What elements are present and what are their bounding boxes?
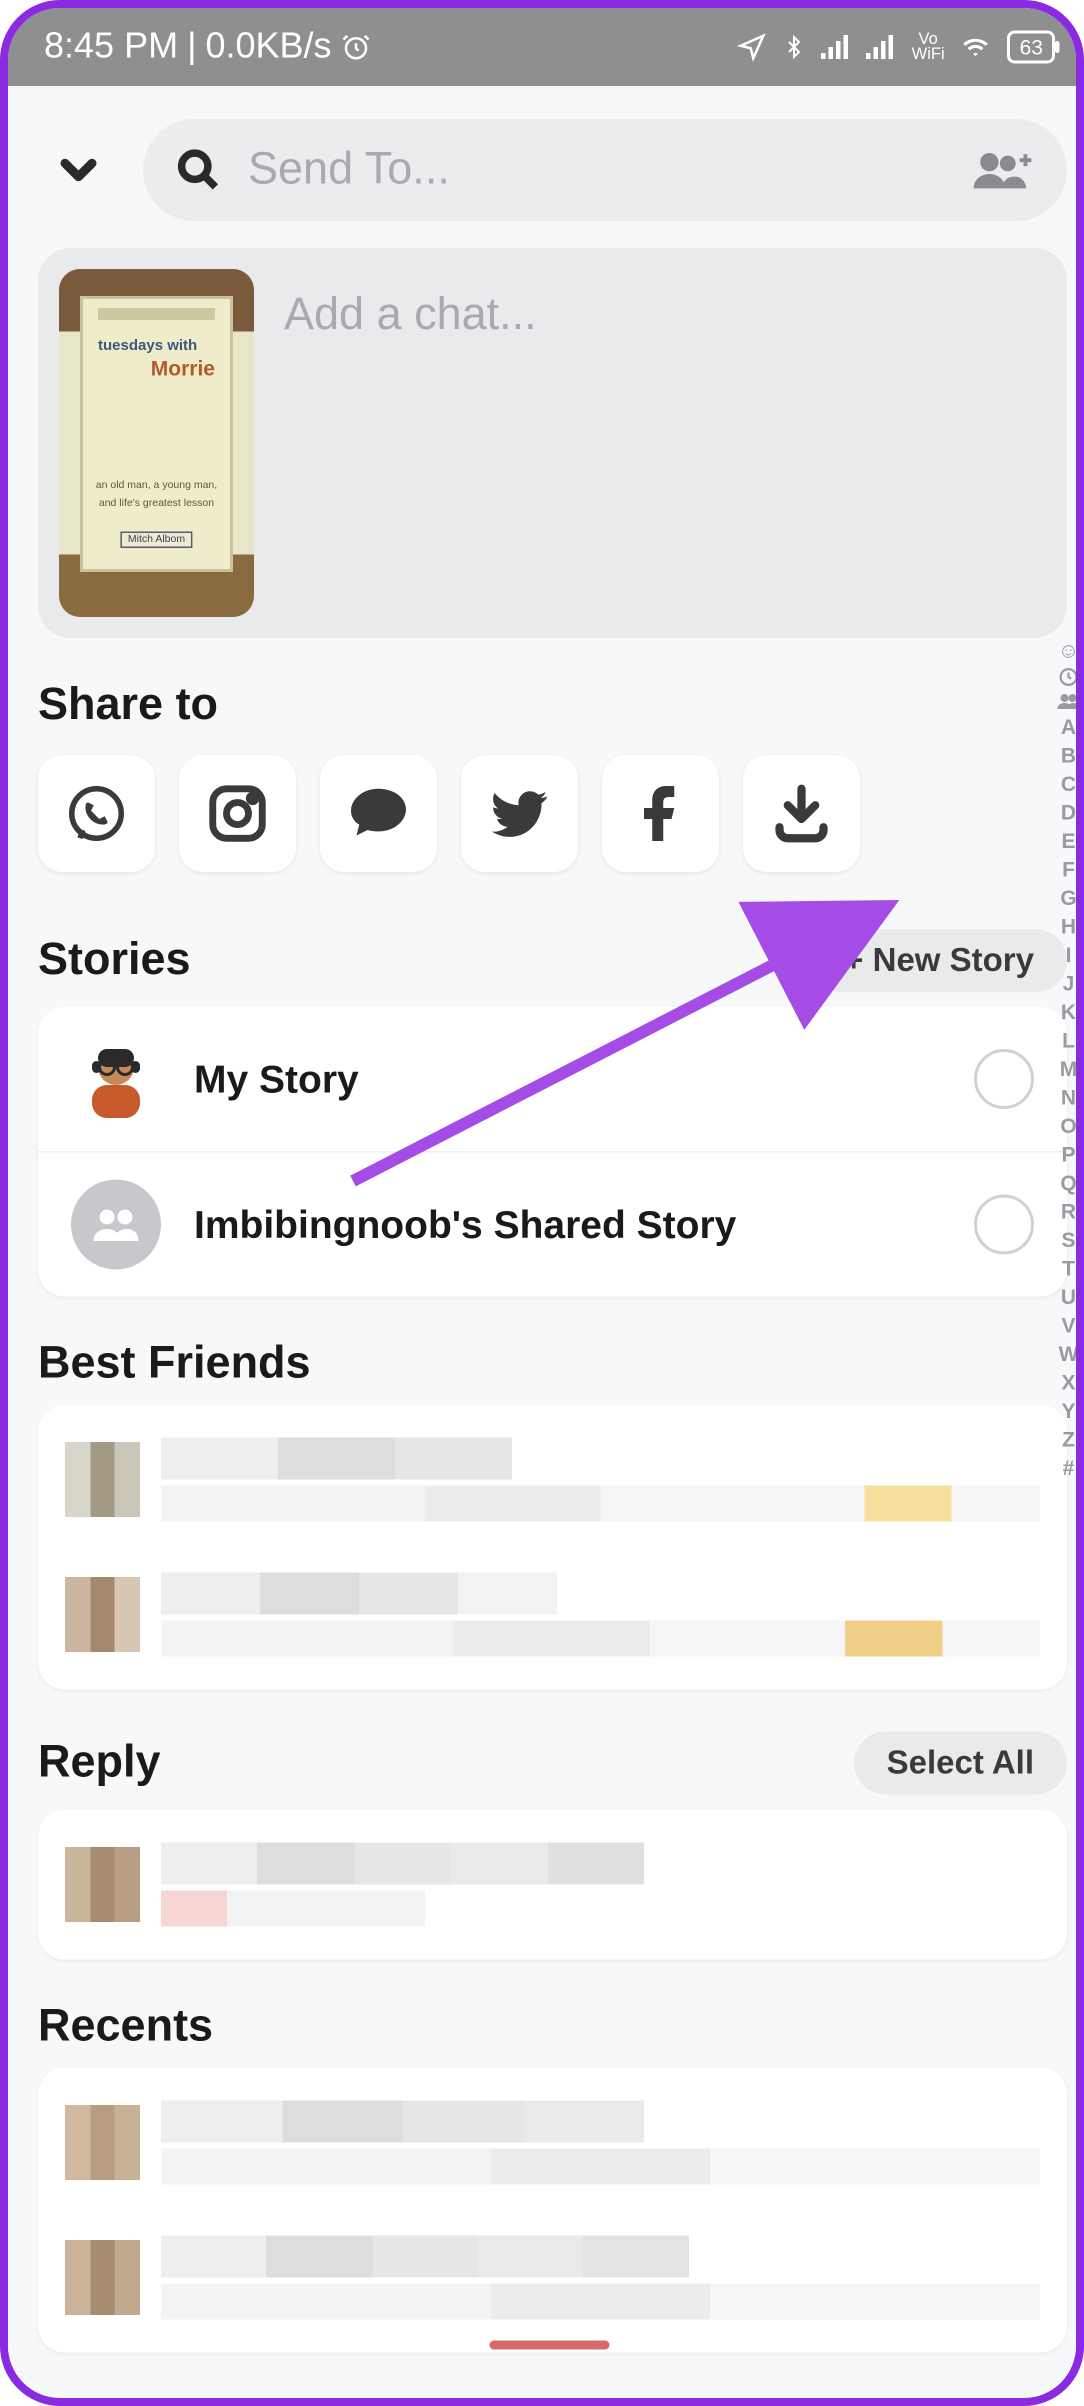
- story-row-my-story[interactable]: My Story: [38, 1007, 1067, 1153]
- book-sub-2: and life's greatest lesson: [95, 499, 218, 510]
- index-letter[interactable]: D: [1061, 800, 1076, 824]
- search-input[interactable]: Send To...: [143, 119, 1067, 221]
- index-letter[interactable]: K: [1061, 1000, 1076, 1024]
- story-label-shared: Imbibingnoob's Shared Story: [194, 1201, 736, 1248]
- share-whatsapp[interactable]: [38, 755, 155, 872]
- share-facebook[interactable]: [602, 755, 719, 872]
- wifi-icon: [960, 34, 993, 61]
- list-item[interactable]: [65, 1831, 1040, 1939]
- location-icon: [738, 32, 768, 62]
- best-friends-card: [38, 1405, 1067, 1690]
- battery-icon: 63: [1008, 31, 1055, 64]
- index-letter[interactable]: E: [1061, 829, 1075, 853]
- recents-card: [38, 2068, 1067, 2353]
- index-letter[interactable]: Z: [1062, 1427, 1075, 1451]
- index-letter[interactable]: M: [1060, 1057, 1078, 1081]
- index-letter[interactable]: S: [1061, 1228, 1075, 1252]
- index-letter[interactable]: V: [1061, 1313, 1075, 1337]
- list-item[interactable]: [65, 1426, 1040, 1534]
- story-row-shared[interactable]: Imbibingnoob's Shared Story: [38, 1153, 1067, 1297]
- reply-card: [38, 1810, 1067, 1960]
- select-all-button[interactable]: Select All: [854, 1732, 1067, 1795]
- add-chat-card[interactable]: tuesdays with Morrie an old man, a young…: [38, 248, 1067, 638]
- book-title-1: tuesdays with: [98, 338, 197, 355]
- index-letter[interactable]: J: [1063, 971, 1075, 995]
- index-letter[interactable]: W: [1059, 1342, 1079, 1366]
- index-letter[interactable]: I: [1066, 943, 1072, 967]
- book-sub-1: an old man, a young man,: [95, 481, 218, 492]
- book-author: Mitch Albom: [120, 532, 192, 549]
- index-letter[interactable]: R: [1061, 1199, 1076, 1223]
- share-download[interactable]: [743, 755, 860, 872]
- signal-icon-2: [867, 35, 897, 59]
- index-letter[interactable]: N: [1061, 1085, 1076, 1109]
- index-letter[interactable]: Q: [1060, 1171, 1076, 1195]
- index-letter[interactable]: X: [1061, 1370, 1075, 1394]
- reply-title: Reply: [38, 1738, 161, 1789]
- share-messages[interactable]: [320, 755, 437, 872]
- bluetooth-icon: [783, 32, 807, 62]
- index-letter[interactable]: Y: [1061, 1399, 1075, 1423]
- story-label-my: My Story: [194, 1056, 359, 1103]
- index-letter[interactable]: F: [1062, 857, 1075, 881]
- stories-title: Stories: [38, 935, 191, 986]
- add-chat-placeholder: Add a chat...: [284, 269, 537, 617]
- index-letter[interactable]: L: [1062, 1028, 1075, 1052]
- index-letter[interactable]: B: [1061, 743, 1076, 767]
- share-row: [38, 746, 1067, 887]
- avatar-my-story: [71, 1034, 161, 1124]
- snap-thumbnail[interactable]: tuesdays with Morrie an old man, a young…: [59, 269, 254, 617]
- list-item[interactable]: [65, 2224, 1040, 2332]
- add-group-icon[interactable]: [971, 148, 1034, 193]
- signal-icon-1: [822, 35, 852, 59]
- story-radio-shared[interactable]: [974, 1195, 1034, 1255]
- index-letter[interactable]: O: [1060, 1114, 1076, 1138]
- status-bar: 8:45 PM | 0.0KB/s VoWiFi: [8, 8, 1084, 86]
- avatar-shared-story: [71, 1180, 161, 1270]
- index-letter[interactable]: T: [1062, 1256, 1075, 1280]
- status-sep: |: [187, 26, 196, 68]
- best-friends-title: Best Friends: [38, 1339, 311, 1390]
- story-radio-my[interactable]: [974, 1049, 1034, 1109]
- index-letter[interactable]: G: [1060, 886, 1076, 910]
- index-emoji-icon[interactable]: ☺: [1058, 638, 1079, 662]
- search-placeholder: Send To...: [248, 145, 450, 196]
- index-group-icon[interactable]: [1057, 692, 1081, 710]
- index-letter[interactable]: A: [1061, 715, 1076, 739]
- index-letter[interactable]: H: [1061, 914, 1076, 938]
- share-instagram[interactable]: [179, 755, 296, 872]
- vowifi-icon: VoWiFi: [912, 32, 945, 62]
- stories-card: My Story Imbibingnoob's Shared Story: [38, 1007, 1067, 1297]
- new-story-button[interactable]: + New Story: [811, 929, 1067, 992]
- index-letter[interactable]: U: [1061, 1285, 1076, 1309]
- index-letter[interactable]: #: [1063, 1456, 1075, 1480]
- index-letter[interactable]: C: [1061, 772, 1076, 796]
- alarm-icon: [341, 32, 371, 62]
- search-icon: [176, 148, 221, 193]
- recents-title: Recents: [38, 2002, 213, 2053]
- index-recent-icon[interactable]: [1058, 667, 1079, 688]
- share-twitter[interactable]: [461, 755, 578, 872]
- list-item[interactable]: [65, 1561, 1040, 1669]
- list-item[interactable]: [65, 2089, 1040, 2197]
- status-netspeed: 0.0KB/s: [205, 26, 331, 68]
- share-to-title: Share to: [38, 680, 218, 731]
- collapse-button[interactable]: [38, 130, 119, 211]
- index-letter[interactable]: P: [1061, 1142, 1075, 1166]
- alpha-scroll-index[interactable]: ☺ A B C D E F G H I J K L M N O P Q R S …: [1051, 638, 1084, 1480]
- home-indicator[interactable]: [490, 2341, 610, 2350]
- book-title-2: Morrie: [151, 356, 215, 380]
- status-time: 8:45 PM: [44, 26, 178, 68]
